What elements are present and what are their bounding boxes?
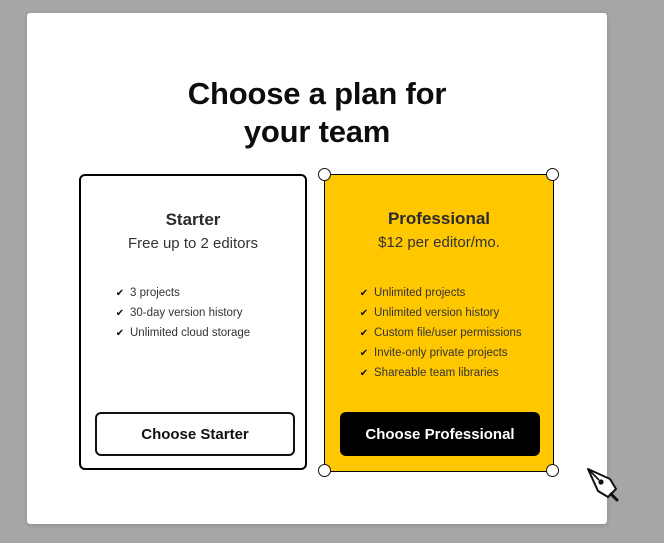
pen-tool-cursor-icon bbox=[586, 467, 622, 503]
check-icon: ✔ bbox=[359, 367, 369, 379]
feature-label: 30-day version history bbox=[130, 307, 243, 319]
feature-label: Shareable team libraries bbox=[374, 367, 499, 379]
selection-handle-top-right[interactable] bbox=[546, 168, 559, 181]
feature-label: 3 projects bbox=[130, 287, 180, 299]
check-icon: ✔ bbox=[359, 347, 369, 359]
feature-label: Unlimited cloud storage bbox=[130, 327, 251, 339]
feature-label: Unlimited version history bbox=[374, 307, 500, 319]
choose-professional-button[interactable]: Choose Professional bbox=[340, 412, 540, 456]
plan-card-professional[interactable]: Professional $12 per editor/mo. ✔ Unlimi… bbox=[324, 174, 554, 472]
feature-list: ✔ 3 projects ✔ 30-day version history ✔ … bbox=[113, 283, 250, 343]
plan-price: Free up to 2 editors bbox=[127, 235, 259, 252]
choose-starter-button[interactable]: Choose Starter bbox=[95, 412, 295, 456]
feature-item: ✔ Unlimited version history bbox=[357, 303, 522, 323]
feature-label: Custom file/user permissions bbox=[374, 327, 522, 339]
plan-name: Professional bbox=[387, 209, 491, 228]
selection-handle-bottom-right[interactable] bbox=[546, 464, 559, 477]
feature-item: ✔ Shareable team libraries bbox=[357, 363, 522, 383]
feature-item: ✔ Unlimited projects bbox=[357, 283, 522, 303]
feature-label: Invite-only private projects bbox=[374, 347, 508, 359]
feature-item: ✔ 30-day version history bbox=[113, 303, 250, 323]
plan-card-starter[interactable]: Starter Free up to 2 editors ✔ 3 project… bbox=[79, 174, 307, 470]
canvas-backdrop: Choose a plan for your team Starter Free… bbox=[0, 0, 664, 543]
selection-handle-bottom-left[interactable] bbox=[318, 464, 331, 477]
modal-title: Choose a plan for your team bbox=[187, 76, 447, 149]
plan-selection-modal: Choose a plan for your team Starter Free… bbox=[27, 13, 607, 524]
check-icon: ✔ bbox=[115, 307, 125, 319]
check-icon: ✔ bbox=[359, 287, 369, 299]
plan-name: Starter bbox=[165, 210, 221, 229]
check-icon: ✔ bbox=[115, 327, 125, 339]
feature-label: Unlimited projects bbox=[374, 287, 466, 299]
check-icon: ✔ bbox=[359, 327, 369, 339]
check-icon: ✔ bbox=[359, 307, 369, 319]
check-icon: ✔ bbox=[115, 287, 125, 299]
feature-item: ✔ Custom file/user permissions bbox=[357, 323, 522, 343]
selection-handle-top-left[interactable] bbox=[318, 168, 331, 181]
feature-list: ✔ Unlimited projects ✔ Unlimited version… bbox=[357, 283, 522, 383]
plan-price: $12 per editor/mo. bbox=[378, 234, 500, 251]
feature-item: ✔ Unlimited cloud storage bbox=[113, 323, 250, 343]
feature-item: ✔ 3 projects bbox=[113, 283, 250, 303]
feature-item: ✔ Invite-only private projects bbox=[357, 343, 522, 363]
